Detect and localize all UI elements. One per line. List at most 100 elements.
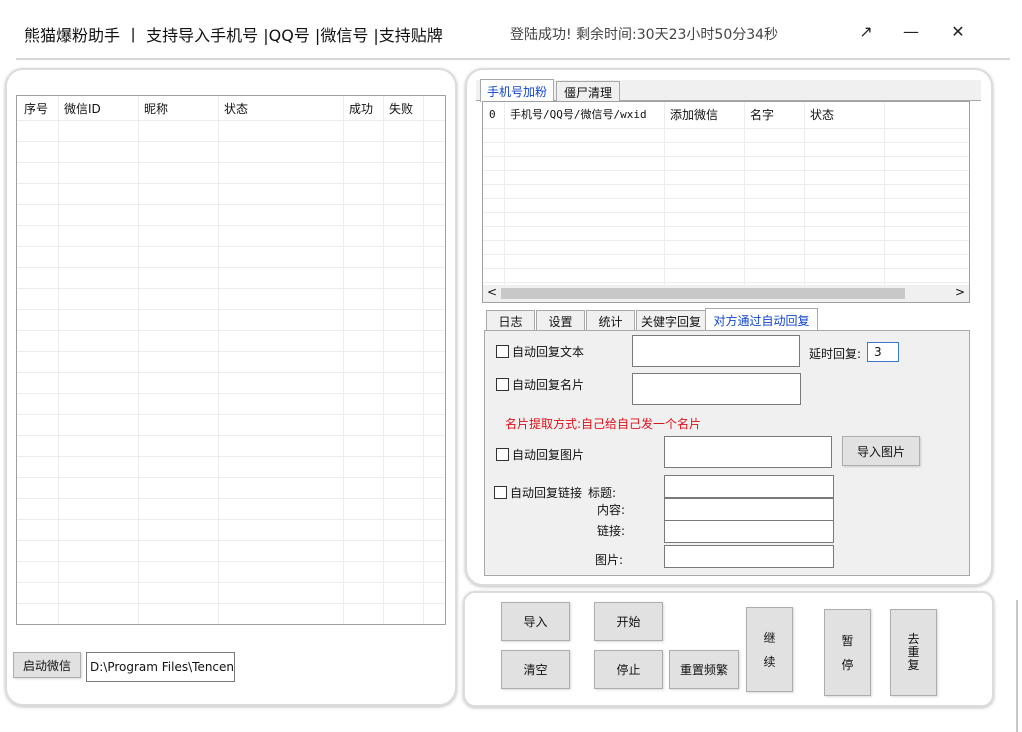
link-content-label: 内容:	[597, 503, 626, 517]
import-image-button[interactable]: 导入图片	[842, 436, 920, 466]
wechat-path-input[interactable]: D:\Program Files\Tencent	[86, 652, 235, 682]
grid-row-line	[17, 162, 445, 163]
col-add-wechat[interactable]: 添加微信	[670, 102, 718, 126]
col-zero[interactable]: 0	[489, 102, 496, 126]
pause-char-1: 暂	[841, 633, 854, 648]
link-image-input[interactable]	[664, 545, 834, 568]
dedup-char-3: 复	[907, 658, 920, 672]
grid-row-line	[17, 183, 445, 184]
grid-row-line	[17, 330, 445, 331]
scroll-left-icon[interactable]: <	[487, 285, 497, 299]
col-status[interactable]: 状态	[224, 96, 248, 120]
checkbox-label: 自动回复名片	[512, 378, 585, 392]
col-success[interactable]: 成功	[349, 96, 373, 120]
clear-button[interactable]: 清空	[501, 650, 570, 689]
col-state[interactable]: 状态	[810, 102, 834, 126]
grid-row-line	[483, 254, 969, 255]
auto-reply-text-checkbox[interactable]: 自动回复文本	[496, 343, 584, 360]
tab-auto-reply-on-accept[interactable]: 对方通过自动回复	[705, 308, 818, 331]
grid-row-line	[17, 120, 445, 121]
link-title-label: 标题:	[588, 486, 617, 500]
grid-row-line	[17, 372, 445, 373]
checkbox-box[interactable]	[496, 345, 509, 358]
start-button[interactable]: 开始	[594, 602, 663, 641]
tab-log[interactable]: 日志	[486, 310, 535, 331]
col-fail[interactable]: 失败	[389, 96, 413, 120]
col-index[interactable]: 序号	[24, 96, 48, 120]
col-name[interactable]: 名字	[750, 102, 774, 126]
delay-label: 延时回复:	[809, 347, 862, 361]
grid-row-line	[483, 212, 969, 213]
checkbox-box[interactable]	[496, 448, 509, 461]
auto-reply-text-input[interactable]	[632, 335, 800, 367]
tab-keyword-reply[interactable]: 关健字回复	[636, 310, 706, 331]
grid-row-line	[483, 128, 969, 129]
pause-button[interactable]: 暂 停	[824, 609, 871, 696]
tab-phone-add[interactable]: 手机号加粉	[480, 79, 554, 102]
continue-button[interactable]: 继 续	[746, 607, 793, 692]
col-nickname[interactable]: 昵称	[144, 96, 168, 120]
grid-row-line	[17, 456, 445, 457]
window-title: 熊猫爆粉助手 丨 支持导入手机号 |QQ号 |微信号 |支持贴牌	[24, 26, 443, 45]
grid-row-line	[17, 561, 445, 562]
auto-reply-image-input[interactable]	[664, 436, 832, 468]
grid-row-line	[17, 141, 445, 142]
checkbox-label: 自动回复图片	[512, 448, 585, 462]
grid-row-line	[17, 204, 445, 205]
minimize-icon[interactable]: —	[897, 22, 925, 46]
expand-icon[interactable]: ↗	[852, 22, 880, 46]
scroll-thumb[interactable]	[501, 288, 905, 299]
continue-char-1: 继	[763, 630, 776, 645]
auto-reply-card-input[interactable]	[632, 373, 801, 405]
grid-row-line	[17, 288, 445, 289]
grid-row-line	[483, 226, 969, 227]
start-wechat-button[interactable]: 启动微信	[13, 652, 81, 678]
horizontal-scrollbar[interactable]: < >	[483, 285, 969, 302]
checkbox-label: 自动回复文本	[512, 345, 585, 359]
grid-row-line	[483, 142, 969, 143]
grid-row-line	[17, 351, 445, 352]
grid-row-line	[17, 477, 445, 478]
scroll-right-icon[interactable]: >	[955, 285, 965, 299]
grid-row-line	[17, 225, 445, 226]
auto-reply-link-checkbox[interactable]: 自动回复链接	[494, 484, 582, 501]
card-hint: 名片提取方式:自己给自己发一个名片	[505, 417, 702, 431]
delay-input[interactable]: 3	[867, 342, 899, 362]
checkbox-box[interactable]	[496, 378, 509, 391]
right-edge-divider	[1016, 600, 1018, 732]
col-wechat-id[interactable]: 微信ID	[64, 96, 101, 120]
grid-row-line	[17, 414, 445, 415]
checkbox-label: 自动回复链接	[510, 486, 583, 500]
auto-reply-image-checkbox[interactable]: 自动回复图片	[496, 446, 584, 463]
tab-stats[interactable]: 统计	[586, 310, 635, 331]
grid-row-line	[17, 435, 445, 436]
link-url-label: 链接:	[597, 524, 626, 538]
grid-row-line	[483, 198, 969, 199]
grid-row-line	[17, 246, 445, 247]
grid-row-line	[17, 309, 445, 310]
import-button[interactable]: 导入	[501, 602, 570, 641]
link-title-input[interactable]	[664, 475, 834, 498]
checkbox-box[interactable]	[494, 486, 507, 499]
grid-row-line	[17, 267, 445, 268]
link-content-input[interactable]	[664, 498, 834, 521]
grid-row-line	[17, 393, 445, 394]
grid-row-line	[483, 184, 969, 185]
account-list-grid[interactable]: 序号 微信ID 昵称 状态 成功 失败	[16, 95, 446, 625]
auto-reply-card-checkbox[interactable]: 自动回复名片	[496, 376, 584, 393]
dedup-button[interactable]: 去 重 复	[890, 609, 937, 696]
grid-row-line	[17, 582, 445, 583]
grid-row-line	[17, 498, 445, 499]
col-account[interactable]: 手机号/QQ号/微信号/wxid	[510, 102, 647, 126]
tab-zombie-clean[interactable]: 僵尸清理	[556, 81, 620, 102]
stop-button[interactable]: 停止	[594, 650, 663, 689]
link-url-input[interactable]	[664, 520, 834, 543]
link-image-label: 图片:	[595, 553, 624, 567]
tab-settings[interactable]: 设置	[536, 310, 585, 331]
pause-char-2: 停	[841, 657, 854, 672]
grid-row-line	[483, 268, 969, 269]
close-icon[interactable]: ✕	[944, 22, 972, 46]
grid-row-line	[17, 603, 445, 604]
target-list-grid[interactable]: 0 手机号/QQ号/微信号/wxid 添加微信 名字 状态 < >	[482, 101, 970, 303]
reset-frequent-button[interactable]: 重置频繁	[669, 650, 739, 689]
